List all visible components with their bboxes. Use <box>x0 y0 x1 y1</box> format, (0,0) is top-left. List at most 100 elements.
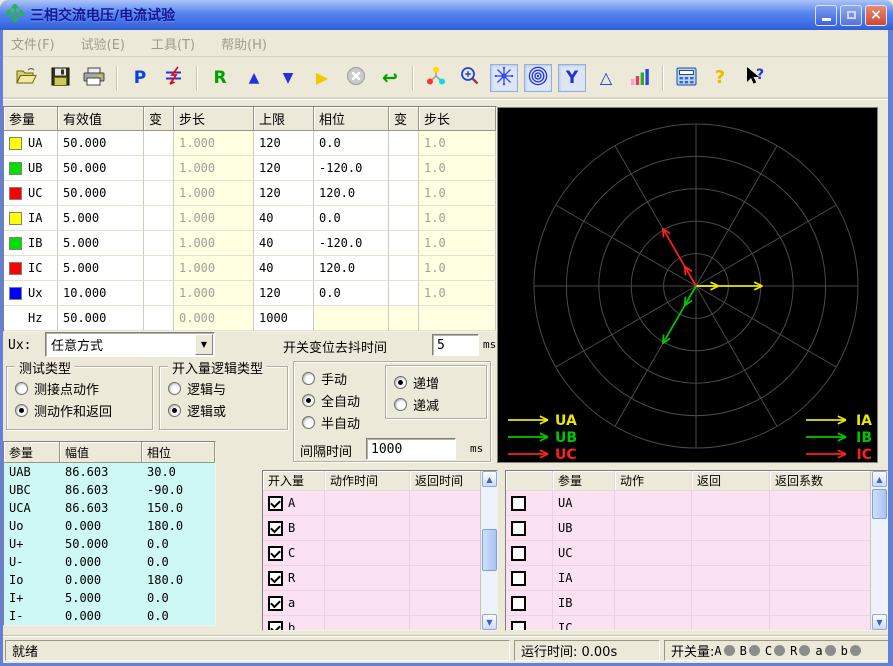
step-cell[interactable]: 1.000 <box>174 231 254 256</box>
scroll-down-icon[interactable]: ▼ <box>872 614 887 630</box>
rollback-button[interactable]: ↩ <box>376 64 404 92</box>
bar-chart-button[interactable] <box>626 64 654 92</box>
var-cell[interactable] <box>144 181 174 206</box>
var-cell[interactable] <box>389 281 419 306</box>
p-setting-button[interactable]: P <box>126 64 154 92</box>
value-cell[interactable]: 50.000 <box>58 306 144 331</box>
var-cell[interactable] <box>144 206 174 231</box>
checkbox-icon[interactable] <box>511 571 526 586</box>
step-cell[interactable]: 1.000 <box>174 281 254 306</box>
rings-view-button[interactable] <box>524 64 552 92</box>
test-type-option[interactable]: 测接点动作 <box>7 377 152 399</box>
var-cell[interactable] <box>389 156 419 181</box>
checkbox-icon[interactable] <box>268 546 283 561</box>
step-cell[interactable]: 1.0 <box>419 256 496 281</box>
menu-item-2[interactable]: 工具(T) <box>151 34 195 53</box>
value-cell[interactable]: 10.000 <box>58 281 144 306</box>
step-cell[interactable]: 0.000 <box>174 306 254 331</box>
step-cell[interactable]: 1.000 <box>174 256 254 281</box>
radio-icon[interactable] <box>302 416 315 429</box>
step-cell[interactable]: 1.0 <box>419 281 496 306</box>
scrollbar-thumb[interactable] <box>872 489 887 519</box>
zoom-in-button[interactable] <box>456 64 484 92</box>
step-cell[interactable]: 1.000 <box>174 131 254 156</box>
value-cell[interactable]: 5.000 <box>58 256 144 281</box>
debounce-input[interactable] <box>432 334 479 356</box>
phase-cell[interactable]: 120.0 <box>314 181 389 206</box>
var-cell[interactable] <box>389 256 419 281</box>
value-cell[interactable]: 50.000 <box>58 181 144 206</box>
switch-table-scrollbar[interactable]: ▲ ▼ <box>480 471 497 630</box>
checkbox-icon[interactable] <box>268 496 283 511</box>
maximize-button[interactable] <box>840 5 862 26</box>
value-cell[interactable]: 50.000 <box>58 156 144 181</box>
scroll-up-icon[interactable]: ▲ <box>872 471 887 487</box>
step-cell[interactable]: 1.0 <box>419 231 496 256</box>
var-cell[interactable] <box>389 131 419 156</box>
menu-item-0[interactable]: 文件(F) <box>11 34 55 53</box>
mode-option[interactable]: 手动 <box>294 367 386 389</box>
y-connection-button[interactable]: Y <box>558 64 586 92</box>
checkbox-icon[interactable] <box>268 521 283 536</box>
stop-button[interactable] <box>342 64 370 92</box>
checkbox-icon[interactable] <box>268 621 283 632</box>
var-cell[interactable] <box>144 131 174 156</box>
step-cell[interactable]: 1.0 <box>419 156 496 181</box>
var-cell[interactable] <box>389 181 419 206</box>
phase-cell[interactable]: 0.0 <box>314 281 389 306</box>
minimize-button[interactable] <box>815 5 837 26</box>
open-button[interactable] <box>12 64 40 92</box>
start-button[interactable]: ▶ <box>308 64 336 92</box>
r-setting-button[interactable]: R <box>206 64 234 92</box>
limit-cell[interactable]: 120 <box>254 181 314 206</box>
action-table-scrollbar[interactable]: ▲ ▼ <box>870 471 887 630</box>
direction-option[interactable]: 递减 <box>386 393 486 415</box>
menu-item-1[interactable]: 试验(E) <box>81 34 125 53</box>
scroll-down-icon[interactable]: ▼ <box>482 614 497 630</box>
radio-icon[interactable] <box>394 398 407 411</box>
radio-icon[interactable] <box>168 382 181 395</box>
direction-option[interactable]: 递增 <box>386 371 486 393</box>
short-circuit-button[interactable] <box>160 64 188 92</box>
value-cell[interactable]: 50.000 <box>58 131 144 156</box>
mode-option[interactable]: 全自动 <box>294 389 386 411</box>
step-cell[interactable]: 1.000 <box>174 181 254 206</box>
step-cell[interactable]: 1.0 <box>419 131 496 156</box>
var-cell[interactable] <box>144 281 174 306</box>
step-cell[interactable]: 1.0 <box>419 181 496 206</box>
phase-cell[interactable]: -120.0 <box>314 231 389 256</box>
context-help-button[interactable]: ? <box>740 64 768 92</box>
close-button[interactable]: × <box>865 5 887 26</box>
value-cell[interactable]: 5.000 <box>58 206 144 231</box>
limit-cell[interactable]: 120 <box>254 131 314 156</box>
value-cell[interactable]: 5.000 <box>58 231 144 256</box>
menu-item-3[interactable]: 帮助(H) <box>221 34 267 53</box>
checkbox-icon[interactable] <box>268 571 283 586</box>
var-cell[interactable] <box>389 206 419 231</box>
checkbox-icon[interactable] <box>511 621 526 632</box>
scrollbar-thumb[interactable] <box>482 529 497 571</box>
delta-connection-button[interactable]: △ <box>592 64 620 92</box>
radio-icon[interactable] <box>15 404 28 417</box>
interval-input[interactable] <box>366 438 456 460</box>
radio-icon[interactable] <box>168 404 181 417</box>
var-cell[interactable] <box>144 156 174 181</box>
radio-icon[interactable] <box>302 394 315 407</box>
radio-icon[interactable] <box>394 376 407 389</box>
step-cell[interactable]: 1.0 <box>419 206 496 231</box>
limit-cell[interactable]: 40 <box>254 256 314 281</box>
scroll-up-icon[interactable]: ▲ <box>482 471 497 487</box>
ux-mode-combobox[interactable]: 任意方式 ▼ <box>45 332 215 357</box>
logic-type-option[interactable]: 逻辑与 <box>160 377 287 399</box>
limit-cell[interactable]: 40 <box>254 206 314 231</box>
vector-diagram-button[interactable] <box>422 64 450 92</box>
step-cell[interactable]: 1.000 <box>174 206 254 231</box>
limit-cell[interactable]: 120 <box>254 156 314 181</box>
limit-cell[interactable]: 40 <box>254 231 314 256</box>
logic-type-option[interactable]: 逻辑或 <box>160 399 287 421</box>
checkbox-icon[interactable] <box>511 596 526 611</box>
phase-cell[interactable] <box>314 306 389 331</box>
test-type-option[interactable]: 测动作和返回 <box>7 399 152 421</box>
checkbox-icon[interactable] <box>511 546 526 561</box>
limit-cell[interactable]: 1000 <box>254 306 314 331</box>
